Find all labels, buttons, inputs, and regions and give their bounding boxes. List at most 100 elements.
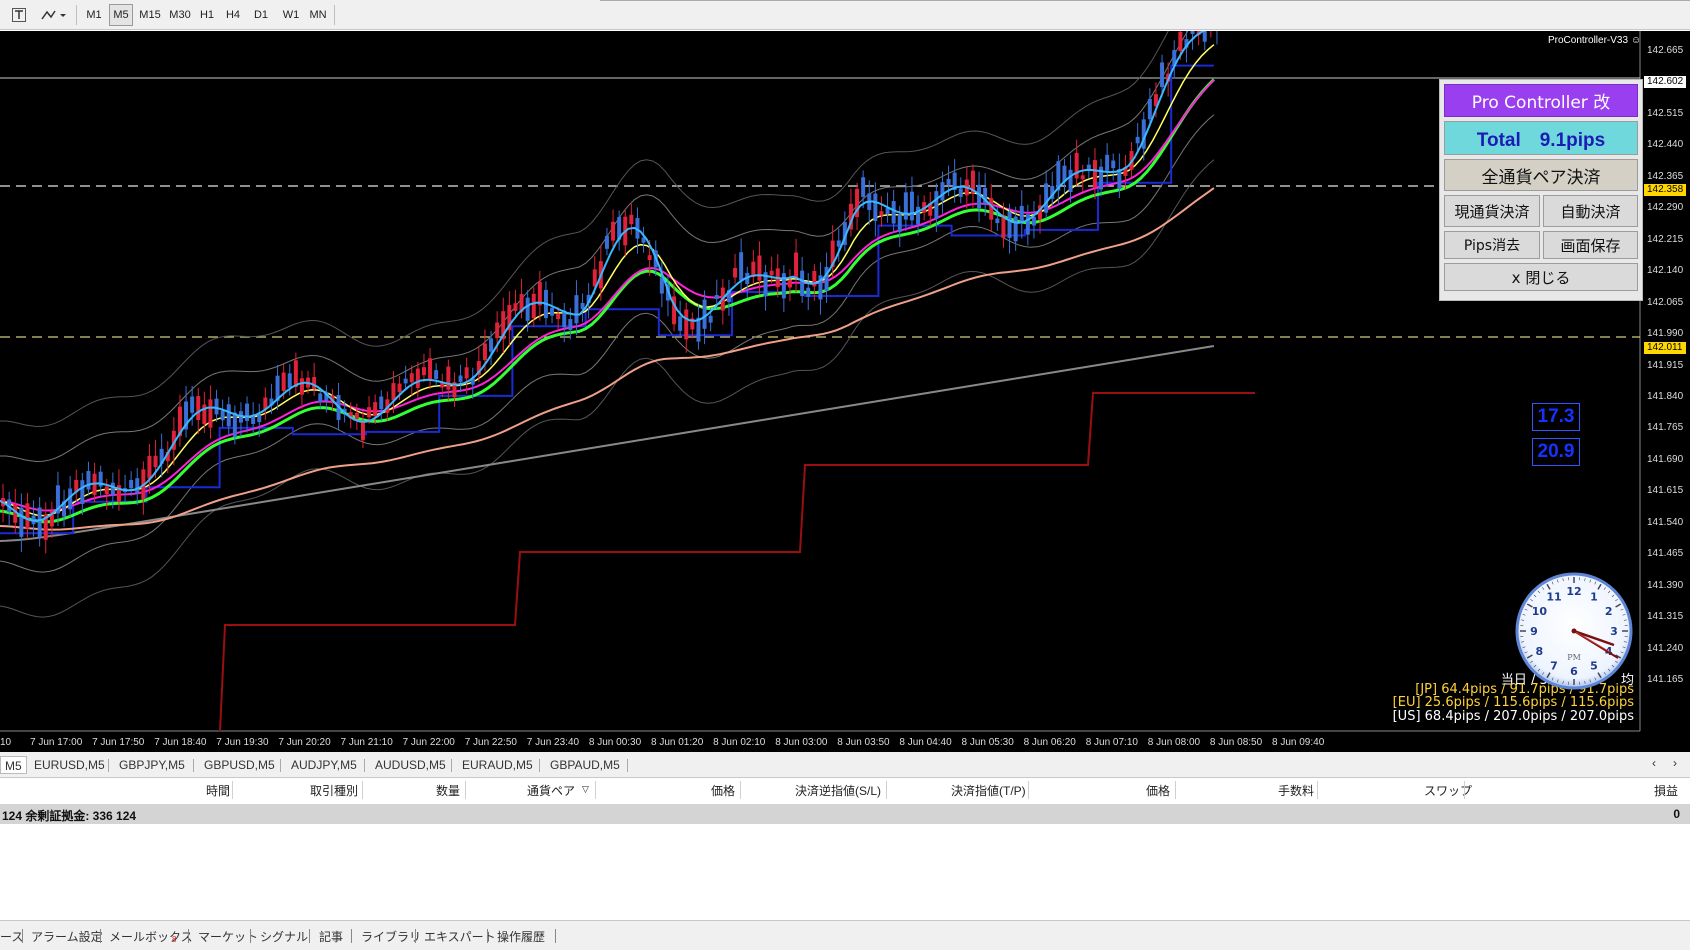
candle-body <box>781 273 786 299</box>
chart-tab-euraud[interactable]: EURAUD,M5 <box>462 758 533 772</box>
screen-save-button[interactable]: 画面保存 <box>1543 231 1638 259</box>
candle-body <box>989 198 994 220</box>
candle-body <box>1178 31 1183 51</box>
value-box-1: 17.3 <box>1532 403 1580 431</box>
clock-number: 3 <box>1610 625 1618 638</box>
candle-body <box>714 294 719 299</box>
candle-body <box>391 383 396 401</box>
column-symbol[interactable]: 通貨ペア <box>527 782 575 799</box>
chart-tab-gbpusd[interactable]: GBPUSD,M5 <box>204 758 275 772</box>
candle-body <box>702 299 707 329</box>
column-profit[interactable]: 損益 <box>1654 782 1678 799</box>
candle-body <box>1007 211 1012 238</box>
objects-dropdown-icon[interactable] <box>38 5 68 25</box>
candle-body <box>409 373 414 383</box>
column-stop-loss[interactable]: 決済逆指値(S/L) <box>795 782 881 799</box>
column-separator <box>595 781 596 799</box>
timeframe-h4[interactable]: H4 <box>222 4 244 26</box>
tab-library[interactable]: ライブラリ <box>361 928 421 945</box>
level-tag-lower: 142.011 <box>1644 342 1686 354</box>
candle-body <box>800 270 805 297</box>
candle-body <box>226 404 231 427</box>
close-all-pairs-button[interactable]: 全通貨ペア決済 <box>1444 159 1638 191</box>
candle-body <box>1190 31 1195 35</box>
column-separator <box>740 781 741 799</box>
candle-body <box>916 206 921 225</box>
column-order-type[interactable]: 取引種別 <box>310 782 358 799</box>
price-axis-label: 141.765 <box>1647 422 1684 434</box>
timeframe-m5[interactable]: M5 <box>109 4 133 26</box>
chart-tab-audusd[interactable]: AUDUSD,M5 <box>375 758 446 772</box>
column-commission[interactable]: 手数料 <box>1278 782 1314 799</box>
column-separator <box>1317 781 1318 799</box>
balance-row[interactable]: 124 余剰証拠金: 336 124 0 <box>0 804 1690 824</box>
clock-number: 11 <box>1546 590 1561 603</box>
chart-canvas[interactable] <box>0 31 1690 752</box>
column-separator <box>362 781 363 799</box>
tab-alerts[interactable]: アラーム設定 <box>31 928 103 945</box>
tab-separator <box>364 759 365 772</box>
tab-separator <box>108 759 109 772</box>
clock-number: 7 <box>1550 660 1558 673</box>
column-separator <box>1028 781 1029 799</box>
price-axis-label: 142.365 <box>1647 170 1684 182</box>
tab-articles[interactable]: 記事 <box>319 928 343 945</box>
chart-tab-eurusd[interactable]: EURUSD,M5 <box>34 758 105 772</box>
tab-scroll-right-icon[interactable]: › <box>1673 756 1677 770</box>
chart-window-tabs: M5 EURUSD,M5 GBPJPY,M5 GBPUSD,M5 AUDJPY,… <box>0 752 1690 778</box>
tab-experts[interactable]: エキスパート <box>424 928 496 945</box>
close-current-pair-button[interactable]: 現通貨決済 <box>1444 195 1540 227</box>
column-volume[interactable]: 数量 <box>436 782 460 799</box>
chart-tab-active[interactable]: M5 <box>0 756 27 774</box>
kijun-sen-line <box>0 64 1214 535</box>
candle-body <box>1117 169 1122 190</box>
tab-market[interactable]: マーケット <box>198 928 258 945</box>
timeframe-w1[interactable]: W1 <box>279 4 303 26</box>
chart-tab-gbpaud[interactable]: GBPAUD,M5 <box>550 758 620 772</box>
timeframe-h1[interactable]: H1 <box>196 4 218 26</box>
column-price[interactable]: 価格 <box>711 782 735 799</box>
chart-tab-audjpy[interactable]: AUDJPY,M5 <box>291 758 357 772</box>
candle-body <box>281 372 286 391</box>
tab-signals[interactable]: シグナル <box>260 928 308 945</box>
column-time[interactable]: 時間 <box>206 782 230 799</box>
ma-fast-cyan-line <box>0 31 1207 522</box>
candle-body <box>287 373 292 388</box>
candle-body <box>946 178 951 185</box>
sort-icon[interactable]: ▽ <box>582 784 589 795</box>
auto-close-button[interactable]: 自動決済 <box>1543 195 1638 227</box>
timeframe-d1[interactable]: D1 <box>250 4 272 26</box>
tab-scroll-left-icon[interactable]: ‹ <box>1652 756 1656 770</box>
price-chart[interactable]: ProController-V33 ☺ 142.665142.590142.51… <box>0 31 1690 752</box>
candle-body <box>257 415 262 423</box>
smiley-icon: ☺ <box>1630 35 1642 46</box>
panel-title-button[interactable]: Pro Controller 改 <box>1444 84 1638 117</box>
time-axis-label: 7 Jun 18:40 <box>154 737 207 748</box>
timeframe-m30[interactable]: M30 <box>166 4 194 26</box>
text-tool-icon[interactable] <box>8 5 30 25</box>
tab-mailbox[interactable]: メールボックス <box>109 928 193 945</box>
close-panel-button[interactable]: x 閉じる <box>1444 263 1638 291</box>
pro-controller-panel: Pro Controller 改 Total 9.1pips 全通貨ペア決済 現… <box>1439 79 1643 301</box>
price-axis-label: 141.690 <box>1647 453 1684 465</box>
candle-body <box>1111 160 1116 169</box>
column-separator <box>1175 781 1176 799</box>
candle-body <box>861 177 866 197</box>
tab-journal[interactable]: 操作履歴 <box>497 928 545 945</box>
candle-body <box>604 235 609 249</box>
chart-tab-gbpjpy[interactable]: GBPJPY,M5 <box>119 758 185 772</box>
level-tag-upper: 142.358 <box>1644 184 1686 196</box>
value-box-2: 20.9 <box>1532 438 1580 466</box>
clock-number: 6 <box>1570 665 1578 678</box>
candle-body <box>1044 183 1049 213</box>
timeframe-m15[interactable]: M15 <box>136 4 164 26</box>
clock-number: 1 <box>1590 590 1598 603</box>
timeframe-m1[interactable]: M1 <box>82 4 106 26</box>
column-close-price[interactable]: 価格 <box>1146 782 1170 799</box>
pips-clear-button[interactable]: Pips消去 <box>1444 231 1540 259</box>
column-take-profit[interactable]: 決済指値(T/P) <box>951 782 1026 799</box>
tab-news[interactable]: ース <box>0 928 23 945</box>
trailing-stop-line <box>219 392 1255 732</box>
timeframe-mn[interactable]: MN <box>306 4 330 26</box>
tab-separator <box>627 759 628 772</box>
